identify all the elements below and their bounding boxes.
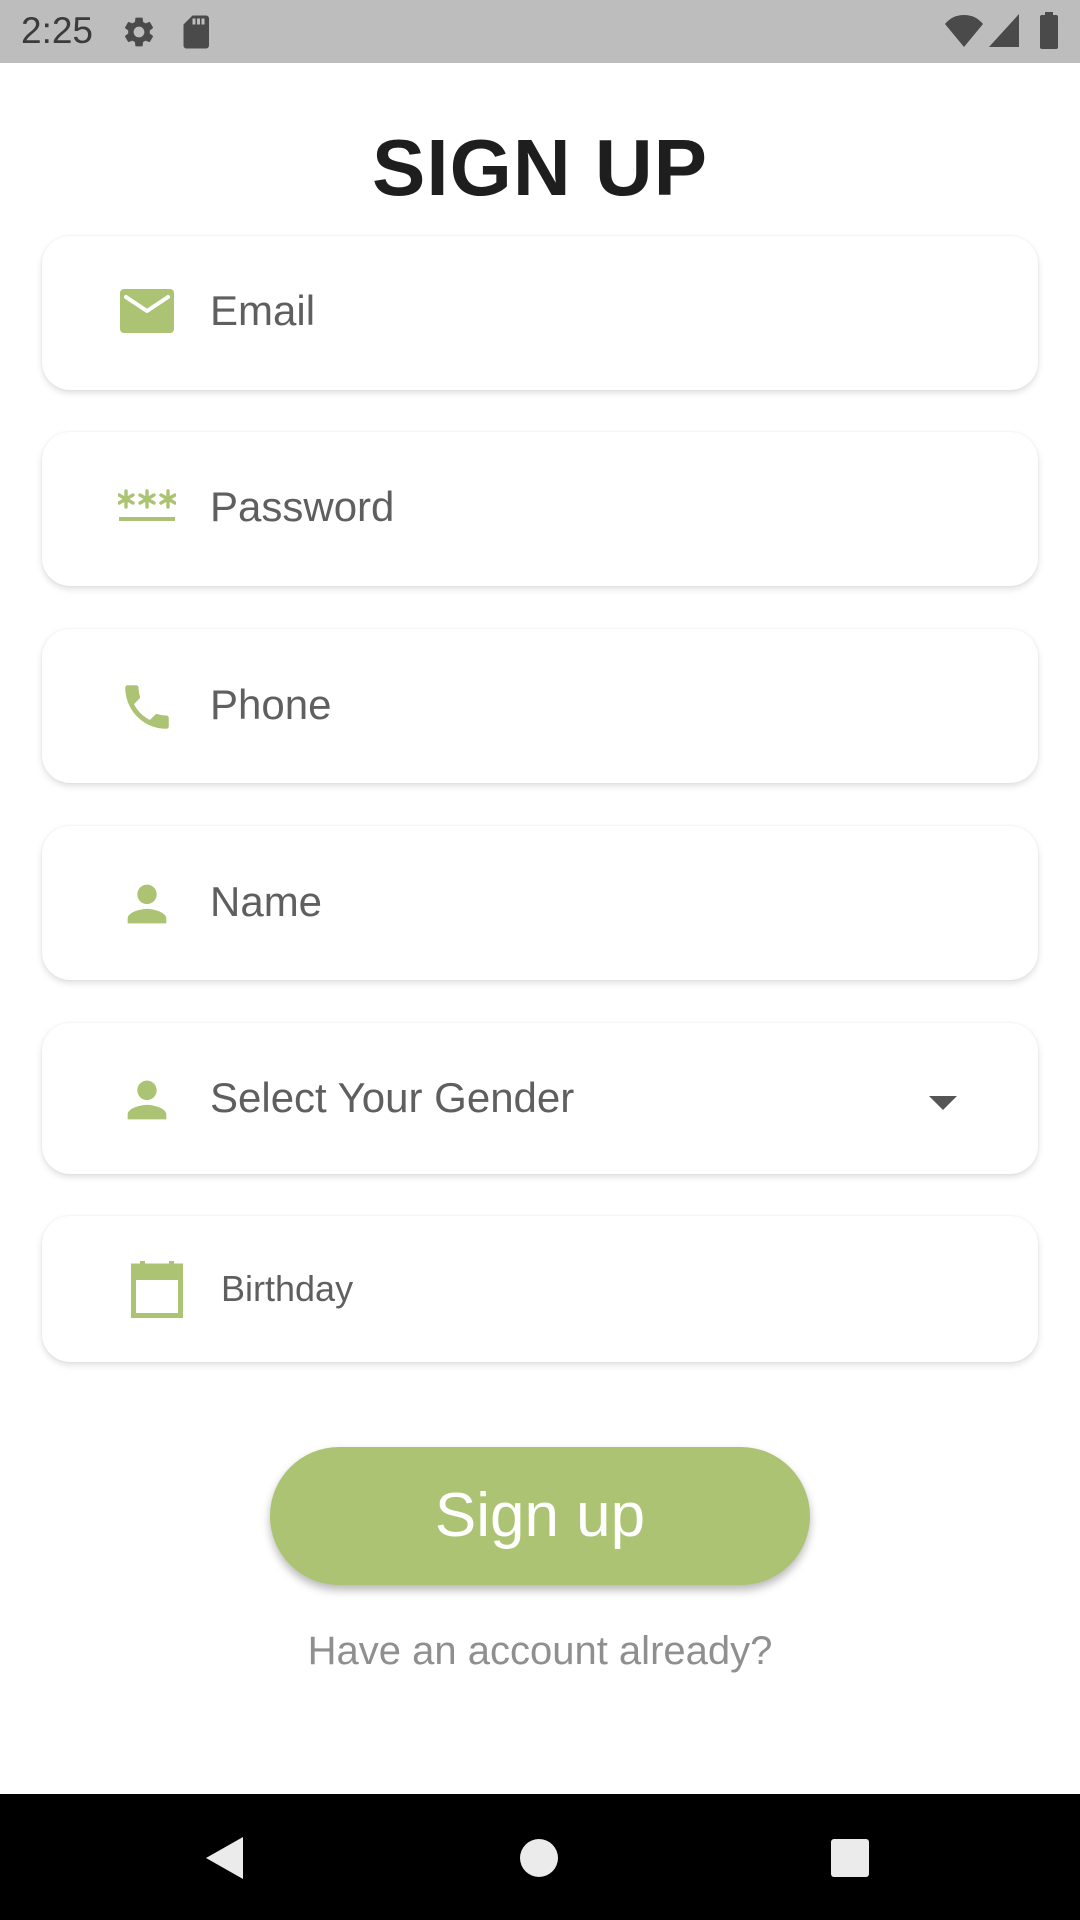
gender-dropdown[interactable]: Select Your Gender [42,1023,1038,1174]
back-icon[interactable] [204,1836,244,1880]
email-placeholder: Email [210,287,316,334]
phone-icon [125,685,169,729]
home-icon[interactable] [519,1838,559,1878]
signup-button[interactable]: Sign up [270,1447,810,1585]
battery-icon [1040,12,1058,49]
email-field[interactable]: Email [42,236,1038,390]
password-icon [118,489,176,521]
page-title: SIGN UP [372,123,708,212]
phone-placeholder: Phone [210,681,332,728]
recents-icon[interactable] [830,1838,870,1878]
gear-icon [124,17,154,47]
status-time: 2:25 [21,10,94,51]
name-field[interactable]: Name [42,826,1038,980]
password-placeholder: Password [210,483,395,530]
sd-card-icon [183,15,209,49]
phone-field[interactable]: Phone [42,629,1038,783]
wifi-icon [945,15,983,47]
chevron-down-icon[interactable] [928,1095,958,1111]
gender-placeholder: Select Your Gender [210,1074,575,1121]
name-placeholder: Name [210,878,323,925]
status-bar: 2:25 [0,0,1080,63]
birthday-field[interactable]: Birthday [42,1216,1038,1362]
signal-icon [989,14,1019,47]
password-field[interactable]: Password [42,432,1038,586]
birthday-placeholder: Birthday [221,1268,354,1309]
navigation-bar [0,1794,1080,1920]
email-icon [120,289,174,333]
calendar-icon [131,1261,183,1318]
person-icon [127,1080,167,1120]
have-account-link[interactable]: Have an account already? [0,1626,1080,1676]
person-icon [127,884,167,924]
